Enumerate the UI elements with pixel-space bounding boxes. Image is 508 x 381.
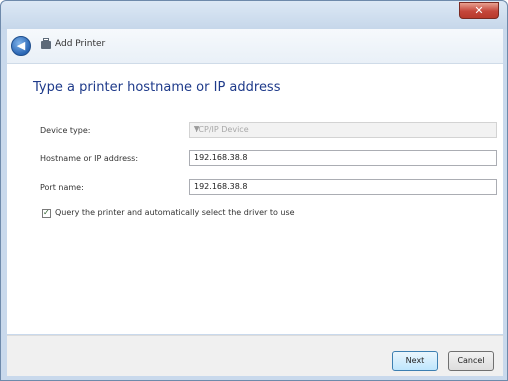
wizard-nav-bar: ◀ Add Printer [7, 29, 503, 64]
back-button[interactable]: ◀ [11, 36, 31, 56]
hostname-value: 192.168.38.8 [194, 153, 248, 162]
add-printer-window: ✕ ◀ Add Printer Type a printer hostname … [0, 0, 508, 381]
checkmark-icon: ✓ [43, 208, 50, 217]
device-type-select[interactable]: TCP/IP Device ▼ [189, 122, 497, 138]
port-name-value: 192.168.38.8 [194, 182, 248, 191]
printer-icon [41, 38, 51, 49]
query-printer-checkbox[interactable]: ✓ [42, 208, 51, 218]
port-name-input[interactable]: 192.168.38.8 [189, 179, 497, 195]
wizard-footer: Next Cancel [7, 335, 503, 376]
close-icon: ✕ [474, 4, 484, 17]
query-printer-label[interactable]: Query the printer and automatically sele… [55, 208, 295, 217]
cancel-button[interactable]: Cancel [448, 351, 494, 371]
title-bar: ✕ [1, 1, 507, 29]
port-name-label: Port name: [40, 183, 84, 192]
hostname-label: Hostname or IP address: [40, 154, 139, 163]
hostname-input[interactable]: 192.168.38.8 [189, 150, 497, 166]
device-type-label: Device type: [40, 126, 91, 135]
next-button[interactable]: Next [392, 351, 438, 371]
wizard-title: Add Printer [55, 39, 106, 49]
wizard-content: Type a printer hostname or IP address De… [7, 64, 503, 334]
close-button[interactable]: ✕ [459, 2, 499, 19]
chevron-down-icon: ▼ [194, 125, 200, 133]
back-arrow-icon: ◀ [16, 39, 26, 52]
page-heading: Type a printer hostname or IP address [33, 80, 281, 95]
